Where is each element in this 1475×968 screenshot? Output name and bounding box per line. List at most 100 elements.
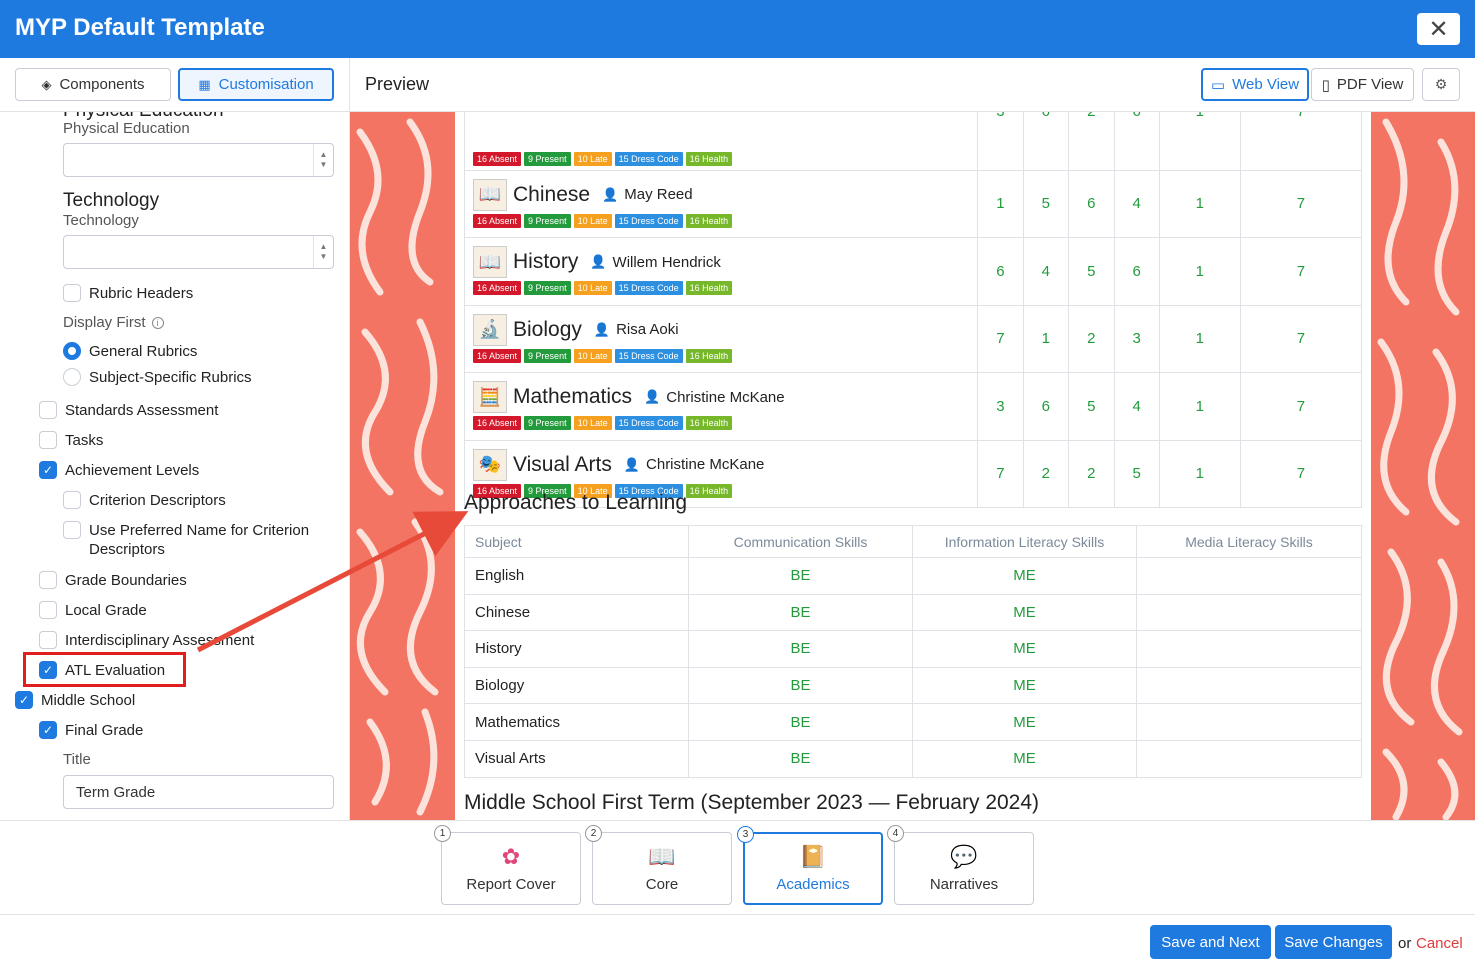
option-label: Interdisciplinary Assessment xyxy=(65,631,255,649)
radio-subject-rubrics[interactable]: Subject-Specific Rubrics xyxy=(63,368,252,386)
radio-general-rubrics[interactable]: General Rubrics xyxy=(63,342,197,360)
criterion-descriptors-option[interactable]: Criterion Descriptors xyxy=(63,491,226,509)
button-label: Web View xyxy=(1232,76,1300,93)
checkbox[interactable] xyxy=(39,571,57,589)
pdf-icon: ▯ xyxy=(1321,76,1330,94)
local-grade-option[interactable]: Local Grade xyxy=(39,601,147,619)
subject-line: 🔬 Biology 👤 Risa Aoki xyxy=(473,313,969,346)
table-row: 📖 History 👤 Willem Hendrick 16 Absent 9 Prese… xyxy=(463,237,1363,306)
checkbox[interactable] xyxy=(39,431,57,449)
information-value: ME xyxy=(912,666,1137,705)
teacher-name: May Reed xyxy=(624,186,693,203)
preferred-name-option[interactable]: Use Preferred Name for Criterion xyxy=(63,521,309,539)
badge-health: 16 Health xyxy=(685,348,733,363)
close-icon: ✕ xyxy=(1428,15,1449,43)
checkbox[interactable] xyxy=(39,601,57,619)
grade-cell: 1 xyxy=(1158,439,1241,508)
checkbox-checked[interactable]: ✓ xyxy=(15,691,33,709)
grade-cell: 3 xyxy=(977,372,1024,441)
panel-tabs: ◈ Components ▦ Customisation xyxy=(0,58,350,112)
badge-late: 10 Late xyxy=(573,213,612,228)
grade-cell: 7 xyxy=(1239,237,1363,306)
customisation-panel: Physical Education Physical Education ▲▼… xyxy=(0,112,350,820)
close-button[interactable]: ✕ xyxy=(1417,13,1460,45)
step-label: Core xyxy=(645,876,679,893)
attendance-badges: 16 Absent 9 Present 10 Late 15 Dress Cod… xyxy=(473,151,969,166)
radio-button[interactable] xyxy=(63,342,81,360)
attendance-badges: 16 Absent 9 Present 10 Late 15 Dress Code 16… xyxy=(473,213,969,228)
grade-boundaries-option[interactable]: Grade Boundaries xyxy=(39,571,187,589)
grade-cell: 7 xyxy=(1239,439,1363,508)
option-label: Use Preferred Name for Criterion xyxy=(89,521,310,539)
middle-school-option[interactable]: ✓ Middle School xyxy=(15,691,135,709)
option-label: Standards Assessment xyxy=(65,401,219,419)
preview-area[interactable]: 16 Absent 9 Present 10 Late 15 Dress Cod… xyxy=(350,112,1475,820)
web-view-button[interactable]: ▭ Web View xyxy=(1201,68,1309,101)
badge-dress-code: 15 Dress Code xyxy=(614,281,683,295)
settings-button[interactable]: ⚙ xyxy=(1422,68,1460,101)
badge-absent: 16 Absent xyxy=(473,416,522,430)
save-and-next-button[interactable]: Save and Next xyxy=(1150,925,1271,959)
tech-input[interactable]: ▲ ▼ xyxy=(63,235,334,269)
step-number: 4 xyxy=(887,825,904,842)
step-label: Academics xyxy=(776,876,850,893)
chevron-up-icon: ▲ xyxy=(319,150,328,159)
table-row: 🔬 Biology 👤 Risa Aoki 16 Absent 9 Present 10 L… xyxy=(463,304,1363,373)
title-input[interactable]: Term Grade xyxy=(63,775,334,809)
cancel-link[interactable]: Cancel xyxy=(1416,935,1463,952)
step-label: Report Cover xyxy=(466,876,556,893)
tab-components[interactable]: ◈ Components xyxy=(15,68,171,101)
grade-cell: 1 xyxy=(1158,304,1241,373)
stepper[interactable]: ▲ ▼ xyxy=(313,144,333,176)
subject-line: 📖 History 👤 Willem Hendrick xyxy=(473,246,969,278)
notebook-icon: 📔 xyxy=(799,844,827,869)
communication-value: BE xyxy=(688,703,913,741)
information-value: ME xyxy=(912,739,1137,778)
checkbox[interactable] xyxy=(39,631,57,649)
badge-late: 10 Late xyxy=(573,281,612,295)
checkbox[interactable] xyxy=(63,491,81,509)
atl-subject: Biology xyxy=(464,666,689,705)
step-academics[interactable]: 3 📔 Academics xyxy=(737,826,883,905)
grade-cell: 6 xyxy=(1022,372,1070,441)
option-label: Rubric Headers xyxy=(89,284,194,302)
atl-heading: Approaches to Learning xyxy=(464,491,687,514)
information-value: ME xyxy=(912,630,1137,668)
subject-name: Visual Arts xyxy=(513,452,612,476)
final-grade-option[interactable]: ✓ Final Grade xyxy=(39,721,143,739)
gear-icon: ⚙ xyxy=(1434,76,1448,92)
checkbox[interactable] xyxy=(63,284,81,302)
grade-cell: 3 xyxy=(977,112,1024,171)
standards-assessment-option[interactable]: Standards Assessment xyxy=(39,401,218,419)
step-narratives[interactable]: 4 💬 Narratives xyxy=(887,825,1034,905)
tasks-option[interactable]: Tasks xyxy=(39,431,103,449)
rubric-headers-option[interactable]: Rubric Headers xyxy=(63,284,193,302)
step-report-cover[interactable]: 1 ✿ Report Cover xyxy=(434,825,581,905)
achievement-levels-option[interactable]: ✓ Achievement Levels xyxy=(39,461,199,479)
monitor-icon: ▭ xyxy=(1210,76,1226,94)
chevron-up-icon: ▲ xyxy=(319,242,328,251)
radio-button[interactable] xyxy=(63,368,81,386)
option-label: Grade Boundaries xyxy=(65,571,187,589)
interdisciplinary-option[interactable]: Interdisciplinary Assessment xyxy=(39,631,254,649)
teacher-name: Christine McKane xyxy=(646,456,765,473)
pe-input[interactable]: ▲ ▼ xyxy=(63,143,334,177)
subject-name: Chinese xyxy=(513,182,591,206)
save-changes-button[interactable]: Save Changes xyxy=(1275,925,1392,959)
table-row: History BE ME xyxy=(464,630,1362,668)
footer-bar: Save and Next Save Changes or Cancel xyxy=(0,914,1475,968)
pdf-view-button[interactable]: ▯ PDF View xyxy=(1311,68,1414,101)
grade-cell: 1 xyxy=(1158,112,1241,171)
table-row: Mathematics BE ME xyxy=(464,703,1362,741)
stepper[interactable]: ▲ ▼ xyxy=(313,236,333,268)
subject-cell: 📖 History 👤 Willem Hendrick 16 Absent 9 Prese… xyxy=(463,237,979,306)
checkbox[interactable] xyxy=(39,401,57,419)
checkbox[interactable] xyxy=(63,521,81,539)
tab-customisation[interactable]: ▦ Customisation xyxy=(178,68,334,101)
information-value: ME xyxy=(912,593,1137,632)
checkbox-checked[interactable]: ✓ xyxy=(39,461,57,479)
tech-sublabel: Technology xyxy=(63,212,139,229)
checkbox-checked[interactable]: ✓ xyxy=(39,721,57,739)
step-core[interactable]: 2 📖 Core xyxy=(585,825,732,905)
option-label: Final Grade xyxy=(65,721,144,739)
